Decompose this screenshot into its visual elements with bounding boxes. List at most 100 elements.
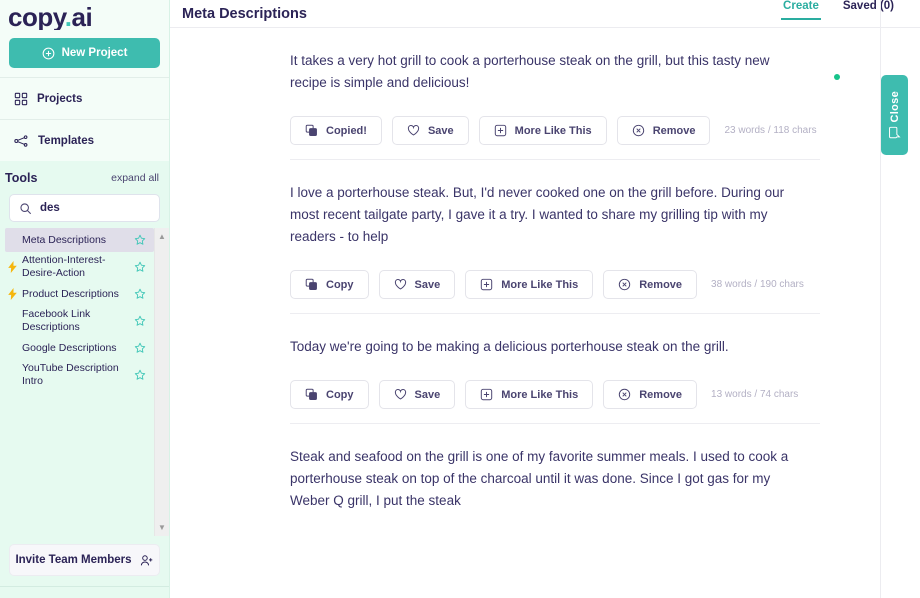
more-like-this-button[interactable]: More Like This [478,116,607,145]
tab-saved-0[interactable]: Saved (0) [841,0,896,20]
sidebar: copy.ai New Project Projects Templates T… [0,0,170,598]
tool-item-label: YouTube Description Intro [22,362,119,387]
tool-item-label: Product Descriptions [22,287,119,300]
expand-all-link[interactable]: expand all [111,172,159,184]
main-panel: Meta Descriptions Create Saved (0) It tak… [170,0,920,598]
save-button[interactable]: Save [378,380,456,409]
sidebar-item-projects[interactable]: Projects [0,77,169,119]
more-like-this-button-label: More Like This [501,388,579,401]
chat-feedback-icon [888,126,901,139]
save-button-label: Save [427,124,454,137]
sidebar-footer [0,586,169,598]
search-box[interactable] [9,194,160,222]
star-icon[interactable] [134,315,148,327]
x-circle-icon [618,278,631,291]
tab-create[interactable]: Create [781,0,821,20]
sidebar-item-templates[interactable]: Templates [0,119,169,161]
result-actions: Copy Save More Like This Remove 13 words / 7… [290,380,820,409]
tool-item[interactable]: Meta Descriptions [5,228,154,252]
tab-bar: Create Saved (0) [781,0,920,20]
scroll-down-arrow-icon[interactable]: ▼ [158,523,166,532]
new-project-container: New Project [0,30,169,77]
star-icon[interactable] [134,261,148,273]
plus-square-icon [480,388,493,401]
brand-text: copy.ai [8,2,93,30]
tools-list: Meta Descriptions Attention-Interest-Desi… [0,228,154,536]
heart-icon [394,278,407,291]
brand-dot: . [64,2,72,30]
copy-button[interactable]: Copied! [290,116,382,145]
tool-item[interactable]: YouTube Description Intro [5,360,154,390]
word-char-count: 38 words / 190 chars [711,279,804,290]
brand-name: copy [8,2,65,30]
main-header: Meta Descriptions Create Saved (0) [170,0,920,28]
app-root: copy.ai New Project Projects Templates T… [0,0,920,598]
tools-search-container [0,192,169,228]
tools-header: Tools expand all [0,164,169,192]
save-button-label: Save [414,388,441,401]
heart-icon [407,124,420,137]
templates-icon [14,134,29,148]
result-actions: Copied! Save More Like This Remove 23 words … [290,116,820,145]
search-icon [19,202,32,215]
invite-team-members-button[interactable]: Invite Team Members [9,544,160,576]
more-like-this-button[interactable]: More Like This [465,380,594,409]
new-result-indicator-dot [834,74,840,80]
remove-button[interactable]: Remove [603,380,698,409]
plus-square-icon [480,278,493,291]
save-button[interactable]: Save [378,270,456,299]
tool-item[interactable]: Google Descriptions [5,336,154,360]
more-like-this-button[interactable]: More Like This [465,270,594,299]
result-text[interactable]: Steak and seafood on the grill is one of… [290,446,790,512]
remove-button-label: Remove [639,278,683,291]
new-project-button[interactable]: New Project [9,38,160,68]
tools-scrollbar[interactable]: ▲ ▼ [154,228,169,536]
copy-button[interactable]: Copy [290,270,369,299]
result-actions: Copy Save More Like This Remove 38 words / 1… [290,270,820,299]
add-user-icon [140,554,154,567]
word-char-count: 23 words / 118 chars [724,125,817,136]
plus-square-icon [494,124,507,137]
copy-icon [305,278,318,291]
tools-title: Tools [5,171,38,185]
tool-item-label: Attention-Interest-Desire-Action [22,254,106,279]
tool-item-label: Facebook Link Descriptions [22,308,91,333]
close-panel-tab[interactable]: Close [881,75,908,155]
search-input[interactable] [40,202,150,214]
star-icon[interactable] [134,288,148,300]
star-icon[interactable] [134,369,148,381]
star-icon[interactable] [134,234,148,246]
tool-item[interactable]: Product Descriptions [5,282,154,306]
lightning-bolt-icon [8,288,20,300]
result-text[interactable]: Today we're going to be making a delicio… [290,336,790,358]
copy-button[interactable]: Copy [290,380,369,409]
sidebar-item-projects-label: Projects [37,92,83,105]
x-circle-icon [618,388,631,401]
more-like-this-button-label: More Like This [514,124,592,137]
result-text[interactable]: I love a porterhouse steak. But, I'd nev… [290,182,790,248]
brand-suffix: ai [71,2,93,30]
result-card: I love a porterhouse steak. But, I'd nev… [290,160,820,314]
word-char-count: 13 words / 74 chars [711,389,799,400]
copy-button-label: Copied! [326,124,367,137]
tools-scroll-area: Meta Descriptions Attention-Interest-Desi… [0,228,169,536]
remove-button[interactable]: Remove [616,116,711,145]
brand-logo[interactable]: copy.ai [0,0,169,30]
heart-icon [394,388,407,401]
save-button[interactable]: Save [391,116,469,145]
save-button-label: Save [414,278,441,291]
tool-item[interactable]: Facebook Link Descriptions [5,306,154,336]
grid-icon [14,92,28,106]
result-text[interactable]: It takes a very hot grill to cook a port… [290,50,790,94]
scroll-up-arrow-icon[interactable]: ▲ [158,232,166,241]
result-card: It takes a very hot grill to cook a port… [290,28,840,160]
x-circle-icon [632,124,645,137]
results-list: It takes a very hot grill to cook a port… [170,28,920,598]
new-project-label: New Project [61,47,128,59]
lightning-bolt-icon [8,261,20,273]
tool-item[interactable]: Attention-Interest-Desire-Action [5,252,154,282]
plus-circle-icon [42,47,55,60]
remove-button[interactable]: Remove [603,270,698,299]
star-icon[interactable] [134,342,148,354]
page-title: Meta Descriptions [182,6,307,22]
